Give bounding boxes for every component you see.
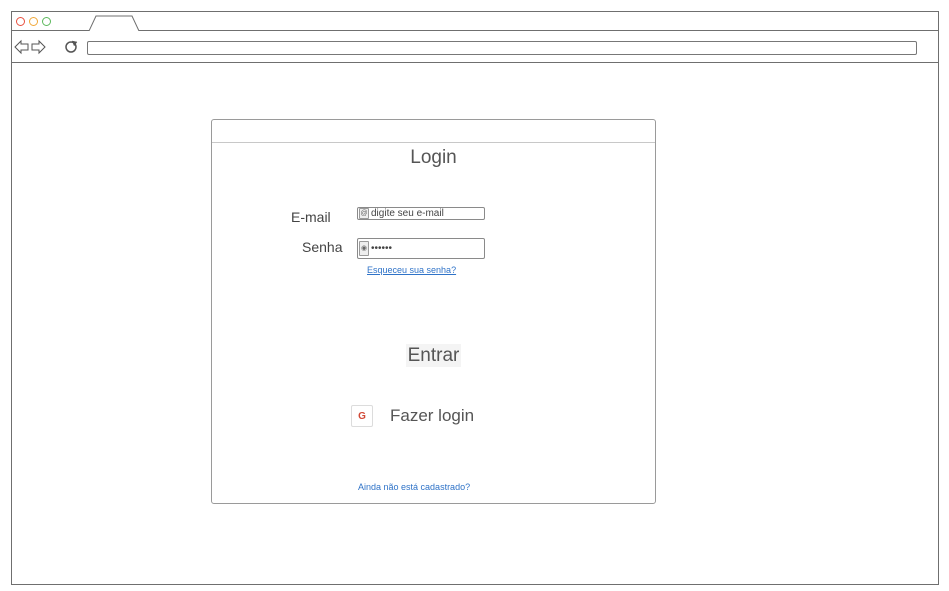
- browser-tab-icon[interactable]: [88, 14, 140, 31]
- lock-icon: ◉: [359, 241, 369, 256]
- browser-address-bar: [12, 32, 938, 63]
- login-card: Login E-mail @ digite seu e-mail Senha ◉…: [211, 119, 656, 504]
- at-icon: @: [359, 208, 369, 219]
- maximize-window-dot-icon[interactable]: [42, 17, 51, 26]
- google-login-button[interactable]: G Fazer login: [351, 405, 474, 427]
- forward-arrow-icon[interactable]: [31, 39, 46, 55]
- password-input[interactable]: ◉ ••••••: [357, 238, 485, 259]
- back-arrow-icon[interactable]: [14, 39, 29, 55]
- password-value: ••••••: [371, 243, 393, 254]
- submit-button-row: Entrar: [212, 344, 655, 367]
- email-label: E-mail: [291, 209, 331, 225]
- submit-button[interactable]: Entrar: [405, 344, 462, 367]
- minimize-window-dot-icon[interactable]: [29, 17, 38, 26]
- card-divider: [212, 142, 655, 143]
- password-label: Senha: [302, 239, 343, 255]
- forgot-password-link[interactable]: Esqueceu sua senha?: [367, 265, 456, 275]
- close-window-dot-icon[interactable]: [16, 17, 25, 26]
- reload-icon[interactable]: [65, 40, 78, 53]
- email-input[interactable]: @ digite seu e-mail: [357, 207, 485, 220]
- email-placeholder: digite seu e-mail: [371, 208, 444, 219]
- url-input[interactable]: [87, 41, 917, 55]
- browser-titlebar: [12, 12, 938, 31]
- login-title: Login: [410, 147, 457, 168]
- google-login-label: Fazer login: [390, 406, 475, 425]
- signup-link[interactable]: Ainda não está cadastrado?: [358, 482, 470, 492]
- google-icon: G: [351, 405, 373, 427]
